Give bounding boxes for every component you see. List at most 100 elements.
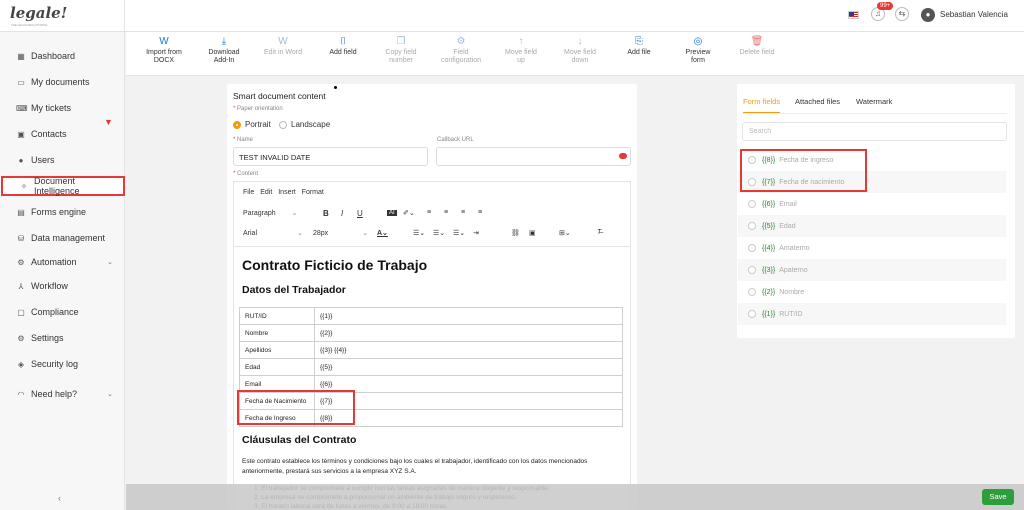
divider [124,0,125,32]
toolbar-button-label: Move field [505,49,537,56]
download-add-in-button[interactable]: ⤓ Download Add-In [194,34,254,65]
name-input[interactable]: TEST INVALID DATE [233,147,428,166]
field-select-radio[interactable] [748,244,756,252]
field-select-radio[interactable] [748,266,756,274]
align-center-icon[interactable]: ≡ [444,209,448,216]
magic-wand-icon[interactable]: ✐⌄ [403,209,415,217]
callback-url-input[interactable] [436,147,631,166]
automation-icon: ⚙ [17,257,25,267]
toolbar-button-sublabel: down [571,57,589,64]
sidebar-item-forms-engine[interactable]: ▤ Forms engine [0,202,125,222]
field-list-item[interactable]: {{3}} Apaterno [738,259,1006,281]
edit-in-word-button[interactable]: W Edit in Word [253,34,313,57]
toolbar-button-sublabel: up [517,57,525,64]
image-icon[interactable]: ▣ [529,229,536,237]
field-name: Edad [779,222,796,230]
save-button[interactable]: Save [982,489,1014,505]
link-icon[interactable]: ⛓ [511,229,520,237]
field-select-radio[interactable] [748,222,756,230]
text-color-icon[interactable]: A⌄ [377,229,388,237]
copy-field-number-button[interactable]: ❐ Copy field number [371,34,431,65]
sidebar-item-dashboard[interactable]: ▦ Dashboard [0,46,125,66]
field-select-radio[interactable] [748,310,756,318]
field-configuration-button[interactable]: ⚙ Field configuration [431,34,491,65]
sidebar-item-automation[interactable]: ⚙ Automation ⌄ [0,252,125,272]
numbered-list-icon[interactable]: ☰⌄ [433,229,445,237]
table-icon[interactable]: ⊞⌄ [559,229,571,237]
toolbar-button-label: Copy field [385,49,417,56]
radio-portrait[interactable]: Portrait [233,120,271,129]
underline-icon[interactable]: U [357,209,363,218]
clear-format-icon[interactable]: T̶ [597,229,601,236]
row-placeholder: {{2}} [314,324,623,342]
editor-toolbar-row2: Arial ⌄ 28px ⌄ A⌄ ☰⌄ ☰⌄ ☰⌄ ⇥ ⛓ ▣ ⊞⌄ T̶ [241,227,631,241]
tab-watermark[interactable]: Watermark [856,97,892,106]
section-heading-worker: Datos del Trabajador [242,284,346,296]
block-format-select[interactable]: Paragraph ⌄ [243,209,298,217]
toolbar-button-label: Field [453,49,469,56]
italic-icon[interactable]: I [341,209,343,218]
import-from-docx-button[interactable]: W Import from DOCX [134,34,194,65]
table-row: RUT/ID {{1}} [239,307,623,325]
highlight-box-date-fields [740,149,867,192]
align-right-icon[interactable]: ≡ [461,209,465,216]
row-placeholder: {{3}} {{4}} [314,341,623,359]
switch-account-icon[interactable]: ⇆ [895,7,909,21]
move-field-down-button[interactable]: ↓ Move field down [550,34,610,65]
align-justify-icon[interactable]: ≡ [478,209,482,216]
sidebar-item-contacts[interactable]: ▣ Contacts [0,124,125,144]
us-flag-icon[interactable] [848,11,859,19]
user-name[interactable]: Sebastian Valencia [940,10,1008,19]
sidebar-item-data-management[interactable]: ⛁ Data management [0,228,125,248]
sidebar-item-settings[interactable]: ⚙ Settings [0,328,125,348]
sidebar-item-need-help[interactable]: ◠ Need help? ⌄ [0,384,125,404]
bold-icon[interactable]: B [323,209,329,218]
tab-attached-files[interactable]: Attached files [795,97,840,106]
sidebar-item-my-documents[interactable]: ▭ My documents [0,72,125,92]
chevron-down-icon[interactable]: ⌄ [107,258,113,266]
radio-circle[interactable] [233,120,241,129]
logo[interactable]: legale! [10,4,67,22]
sidebar-item-my-tickets[interactable]: ⌨ My tickets [0,98,125,118]
form-icon: ▤ [17,207,25,217]
multilevel-list-icon[interactable]: ☰⌄ [453,229,465,237]
bullet-list-icon[interactable]: ☰⌄ [413,229,425,237]
field-list-item[interactable]: {{1}} RUT/ID [738,303,1006,325]
sidebar-item-document-intelligence[interactable]: ✧ Document Intelligence [1,176,125,196]
sidebar-item-security-log[interactable]: ◈ Security log [0,354,125,374]
delete-field-button[interactable]: 🗑 Delete field [727,34,787,57]
toolbar-button-sublabel: configuration [440,57,482,64]
name-label: * Name [233,137,254,143]
align-left-icon[interactable]: ≡ [427,209,431,216]
avatar[interactable]: ● [921,8,935,22]
collapse-sidebar-button[interactable]: ‹ [58,493,61,503]
field-list-item[interactable]: {{4}} Amaterno [738,237,1006,259]
ai-icon[interactable]: AI [387,210,397,216]
indent-icon[interactable]: ⇥ [473,229,479,237]
add-file-button[interactable]: ⎘ Add file [609,34,669,57]
toolbar-button-label: Delete field [739,49,775,56]
field-list-item[interactable]: {{5}} Edad [738,215,1006,237]
sidebar-item-workflow[interactable]: ⅄ Workflow [0,276,125,296]
editor-menubar[interactable]: File Edit Insert Format [243,189,324,196]
move-field-up-button[interactable]: ↑ Move field up [491,34,551,65]
chevron-down-icon[interactable]: ⌄ [107,390,113,398]
password-manager-icon[interactable] [619,153,627,159]
field-name: Email [779,200,797,208]
row-placeholder: {{1}} [314,307,623,325]
field-list-item[interactable]: {{2}} Nombre [738,281,1006,303]
field-list-item[interactable]: {{6}} Email [738,193,1006,215]
field-code: {{2}} [762,288,776,296]
radio-circle[interactable] [279,120,287,129]
tab-form-fields[interactable]: Form fields [743,97,780,106]
font-size-select[interactable]: 28px ⌄ [313,229,368,237]
field-select-radio[interactable] [748,288,756,296]
radio-landscape[interactable]: Landscape [279,120,330,129]
sidebar-item-compliance[interactable]: ▢ Compliance [0,302,125,322]
sidebar-item-users[interactable]: ● Users [0,150,125,170]
font-family-select[interactable]: Arial ⌄ [243,229,303,237]
field-search-input[interactable]: Search [742,122,1007,141]
field-select-radio[interactable] [748,200,756,208]
preview-form-button[interactable]: ◎ Preview form [668,34,728,65]
add-field-button[interactable]: ⌷ Add field [313,34,373,57]
